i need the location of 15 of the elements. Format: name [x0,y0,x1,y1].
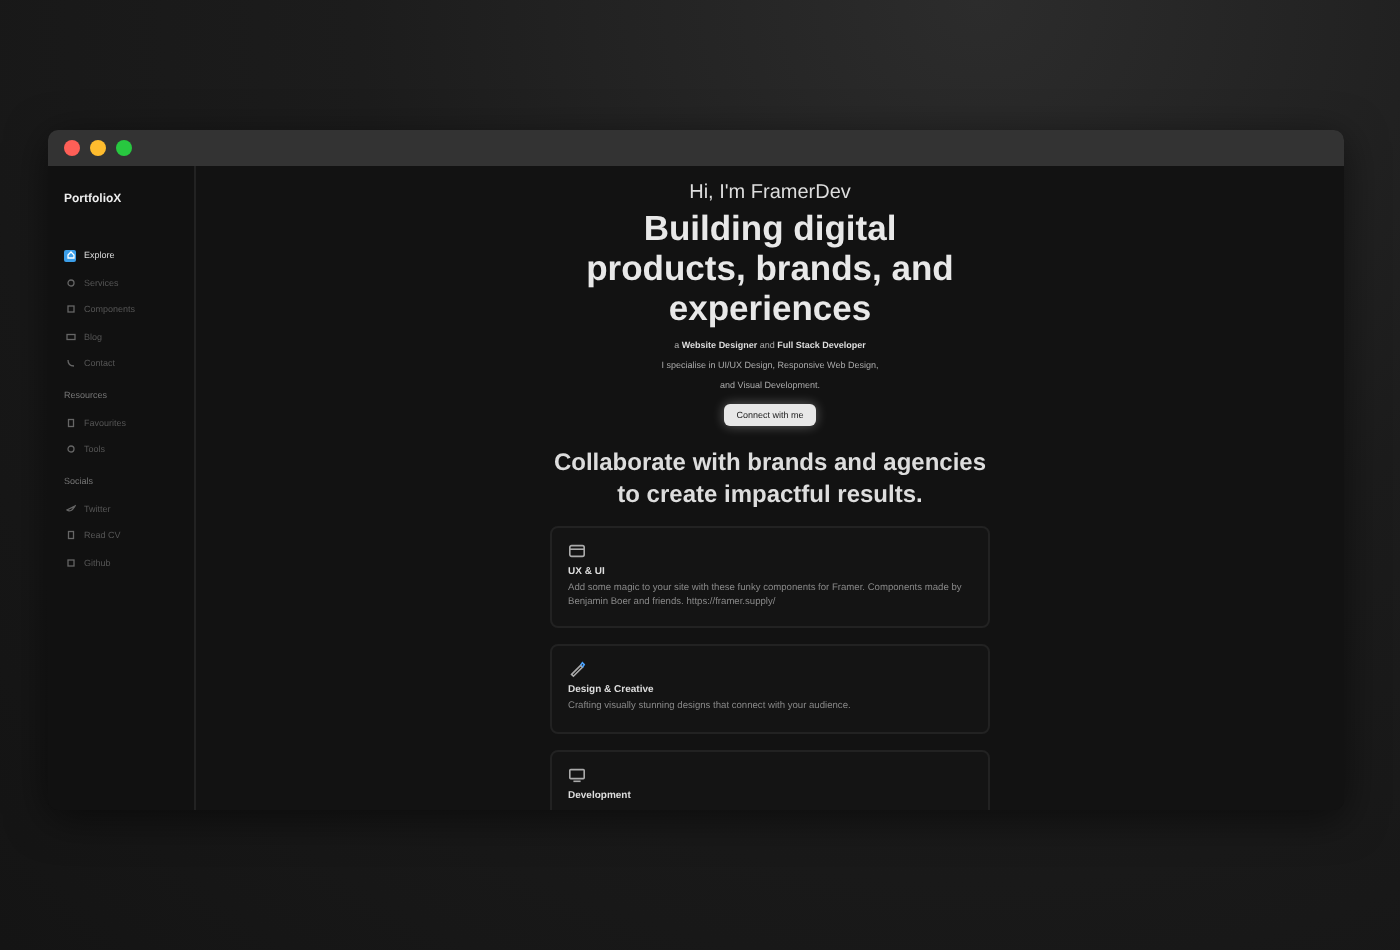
close-button[interactable] [64,140,80,156]
greeting: Hi, I'm FramerDev [689,182,851,204]
maximize-button[interactable] [116,140,132,156]
document-icon [65,530,75,541]
window-icon [568,542,586,560]
phone-icon [65,358,75,369]
home-icon [65,250,75,261]
monitor-icon [568,765,586,783]
box-icon [65,557,75,568]
document-icon [65,417,75,428]
box-icon [65,304,75,315]
section-title: Collaborate with brands and agencies to create impactful results. [551,446,989,510]
pen-icon [568,660,586,678]
headline: Building digital products, brands, and experiences [584,208,956,328]
minimize-button[interactable] [90,140,106,156]
